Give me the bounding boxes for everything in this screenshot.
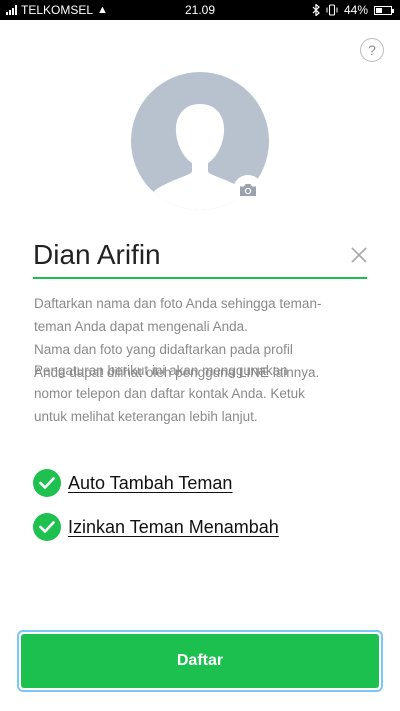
- check-icon[interactable]: [33, 513, 61, 541]
- name-input-underline: [33, 277, 367, 279]
- option-label[interactable]: Izinkan Teman Menambah: [68, 517, 279, 538]
- option-auto-add-friends[interactable]: Auto Tambah Teman: [33, 468, 232, 498]
- check-icon[interactable]: [33, 469, 61, 497]
- info-line: Pengaturan berikut ini akan menggunakan: [34, 363, 288, 378]
- option-label[interactable]: Auto Tambah Teman: [68, 473, 232, 494]
- bluetooth-icon: [312, 4, 320, 16]
- battery-level: [376, 7, 382, 13]
- info-line: nomor telepon dan daftar kontak Anda. Ke…: [34, 386, 305, 401]
- info-line: untuk melihat keterangan lebih lanjut.: [34, 409, 258, 424]
- info-line: teman Anda dapat mengenali Anda.: [34, 319, 248, 334]
- info-line: Nama dan foto yang didaftarkan pada prof…: [34, 342, 293, 357]
- register-button-focus-ring: Daftar: [17, 630, 383, 692]
- change-photo-button[interactable]: [233, 175, 263, 205]
- battery-icon: [374, 5, 394, 15]
- settings-info-text: Pengaturan berikut ini akan menggunakan …: [34, 359, 374, 428]
- info-line: Daftarkan nama dan foto Anda sehingga te…: [34, 296, 322, 311]
- close-icon: [351, 247, 367, 263]
- option-allow-friends-add[interactable]: Izinkan Teman Menambah: [33, 512, 279, 542]
- clear-name-button[interactable]: [348, 244, 370, 266]
- vibrate-icon: [326, 4, 338, 16]
- name-input[interactable]: [33, 236, 333, 274]
- camera-icon: [240, 184, 256, 196]
- battery-percent: 44%: [343, 3, 368, 17]
- help-button[interactable]: ?: [360, 38, 384, 62]
- register-button[interactable]: Daftar: [21, 634, 379, 688]
- status-right: 44%: [312, 0, 394, 20]
- status-bar: TELKOMSEL ▲ 21.09 44%: [0, 0, 400, 20]
